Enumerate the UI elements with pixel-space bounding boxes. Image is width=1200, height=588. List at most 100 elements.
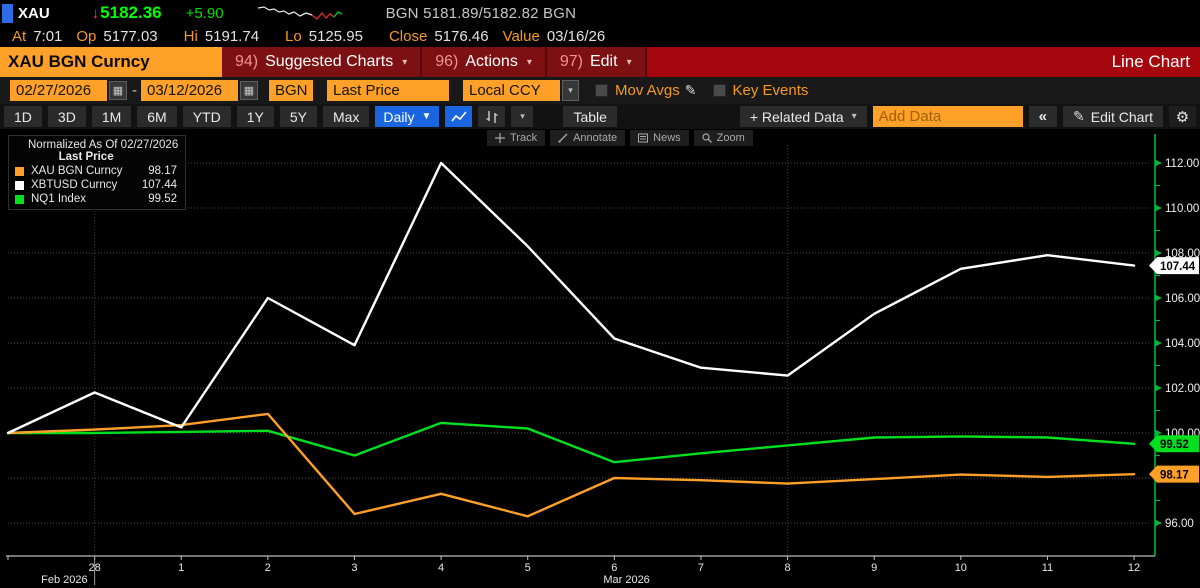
svg-text:5: 5 [525,562,531,574]
collapse-panel-button[interactable]: « [1029,106,1057,127]
range-button-1y[interactable]: 1Y [237,106,274,127]
news-label: News [653,132,681,144]
magnifier-icon [702,133,712,143]
track-button[interactable]: Track [487,130,545,146]
bar-chart-icon [485,110,499,124]
line-chart-icon [451,111,467,123]
edit-chart-label: Edit Chart [1091,109,1153,125]
related-data-button[interactable]: + Related Data ▾ [740,106,867,127]
chart-area[interactable]: 28123456789101112Feb 2026Mar 202696.0098… [0,129,1200,588]
chart-type-dropdown-caret[interactable]: ▾ [511,106,533,127]
period-select[interactable]: Daily ▼ [375,106,439,127]
chart-mode-label: Line Chart [647,47,1200,77]
period-label: Daily [383,109,414,125]
ticker-symbol: XAU [18,5,50,22]
menu-bar: XAU BGN Curncy 94) Suggested Charts ▾ 96… [0,47,1200,77]
svg-text:Mar 2026: Mar 2026 [603,574,649,586]
chart-legend: Normalized As Of 02/27/2026 Last Price X… [8,135,186,210]
annotate-label: Annotate [573,132,617,144]
stat-label-high: Hi [184,28,198,45]
add-data-input[interactable] [873,106,1023,127]
chart-mini-toolbar: Track Annotate News Zoom [487,130,758,146]
filters-bar: 02/27/2026 ▦ - 03/12/2026 ▦ BGN Last Pri… [0,77,1200,104]
calendar-icon[interactable]: ▦ [109,81,127,100]
date-to-field[interactable]: 03/12/2026 [141,80,238,101]
svg-text:1: 1 [178,562,184,574]
stat-value-high: 5191.74 [205,28,259,45]
pencil-icon: ✎ [1073,108,1085,125]
range-button-max[interactable]: Max [323,106,369,127]
edit-chart-button[interactable]: ✎ Edit Chart [1063,106,1163,127]
stat-value-value-date: 03/16/26 [547,28,605,45]
price-down-arrow-icon: ↓ [92,5,100,22]
pricing-source-field[interactable]: BGN [269,80,313,101]
mov-avgs-label[interactable]: Mov Avgs [615,82,680,99]
key-events-label[interactable]: Key Events [733,82,809,99]
menu-actions[interactable]: 96) Actions ▾ [422,47,547,77]
menu-number: 94) [235,53,258,71]
legend-swatch-orange [14,166,25,177]
key-events-checkbox[interactable] [713,84,726,97]
currency-dropdown-caret[interactable]: ▾ [562,80,579,101]
range-button-ytd[interactable]: YTD [183,106,231,127]
price-type-field[interactable]: Last Price [327,80,449,101]
range-button-6m[interactable]: 6M [137,106,176,127]
legend-item-xau[interactable]: XAU BGN Curncy 98.17 [14,165,178,177]
svg-text:96.00: 96.00 [1165,518,1194,530]
terminal-cursor-block [2,4,13,23]
security-ticker-field[interactable]: XAU BGN Curncy [0,47,222,77]
bar-chart-type-button[interactable] [478,106,505,127]
svg-text:10: 10 [955,562,967,574]
svg-text:7: 7 [698,562,704,574]
mov-avgs-checkbox[interactable] [595,84,608,97]
settings-gear-button[interactable]: ⚙ [1169,106,1196,127]
zoom-label: Zoom [717,132,745,144]
range-button-1d[interactable]: 1D [4,106,42,127]
stat-label-low: Lo [285,28,302,45]
zoom-button[interactable]: Zoom [694,130,753,146]
track-label: Track [510,132,537,144]
stat-label-at: At [12,28,26,45]
svg-text:110.00: 110.00 [1165,203,1199,215]
range-button-1m[interactable]: 1M [92,106,131,127]
menu-number: 96) [435,53,458,71]
gear-icon: ⚙ [1176,108,1189,126]
range-button-5y[interactable]: 5Y [280,106,317,127]
legend-series-name: XAU BGN Curncy [31,165,131,177]
svg-text:107.44: 107.44 [1160,261,1196,273]
svg-text:98.17: 98.17 [1160,469,1189,481]
stat-value-at: 7:01 [33,28,62,45]
stat-value-open: 5177.03 [103,28,157,45]
bid-ask-quote: BGN 5181.89/5182.82 BGN [386,5,577,22]
currency-field[interactable]: Local CCY [463,80,560,101]
legend-title: Normalized As Of 02/27/2026 [14,139,178,151]
line-chart-type-button[interactable] [445,106,472,127]
calendar-icon[interactable]: ▦ [240,81,258,100]
svg-text:104.00: 104.00 [1165,338,1200,350]
chevron-down-icon: ▾ [402,57,407,68]
intraday-sparkline [256,3,356,23]
svg-text:112.00: 112.00 [1165,158,1199,170]
svg-text:8: 8 [785,562,791,574]
svg-text:99.52: 99.52 [1160,439,1189,451]
legend-item-xbtusd[interactable]: XBTUSD Curncy 107.44 [14,179,178,191]
legend-series-value: 107.44 [137,179,177,191]
news-button[interactable]: News [630,130,689,146]
annotate-button[interactable]: Annotate [550,130,625,146]
legend-swatch-green [14,194,25,205]
pencil-icon[interactable]: ✎ [685,82,697,99]
last-price: 5182.36 [100,3,161,23]
chevron-down-icon: ▾ [527,57,532,68]
annotate-pencil-icon [558,133,568,143]
table-button[interactable]: Table [563,106,616,127]
range-button-3d[interactable]: 3D [48,106,86,127]
menu-suggested-charts[interactable]: 94) Suggested Charts ▾ [222,47,422,77]
chevron-down-icon: ▾ [627,57,632,68]
date-from-field[interactable]: 02/27/2026 [10,80,107,101]
menu-edit[interactable]: 97) Edit ▾ [547,47,647,77]
legend-item-nq1[interactable]: NQ1 Index 99.52 [14,193,178,205]
stat-value-low: 5125.95 [309,28,363,45]
track-crosshair-icon [495,133,505,143]
price-change: +5.90 [186,5,224,22]
menu-label: Actions [465,53,517,71]
